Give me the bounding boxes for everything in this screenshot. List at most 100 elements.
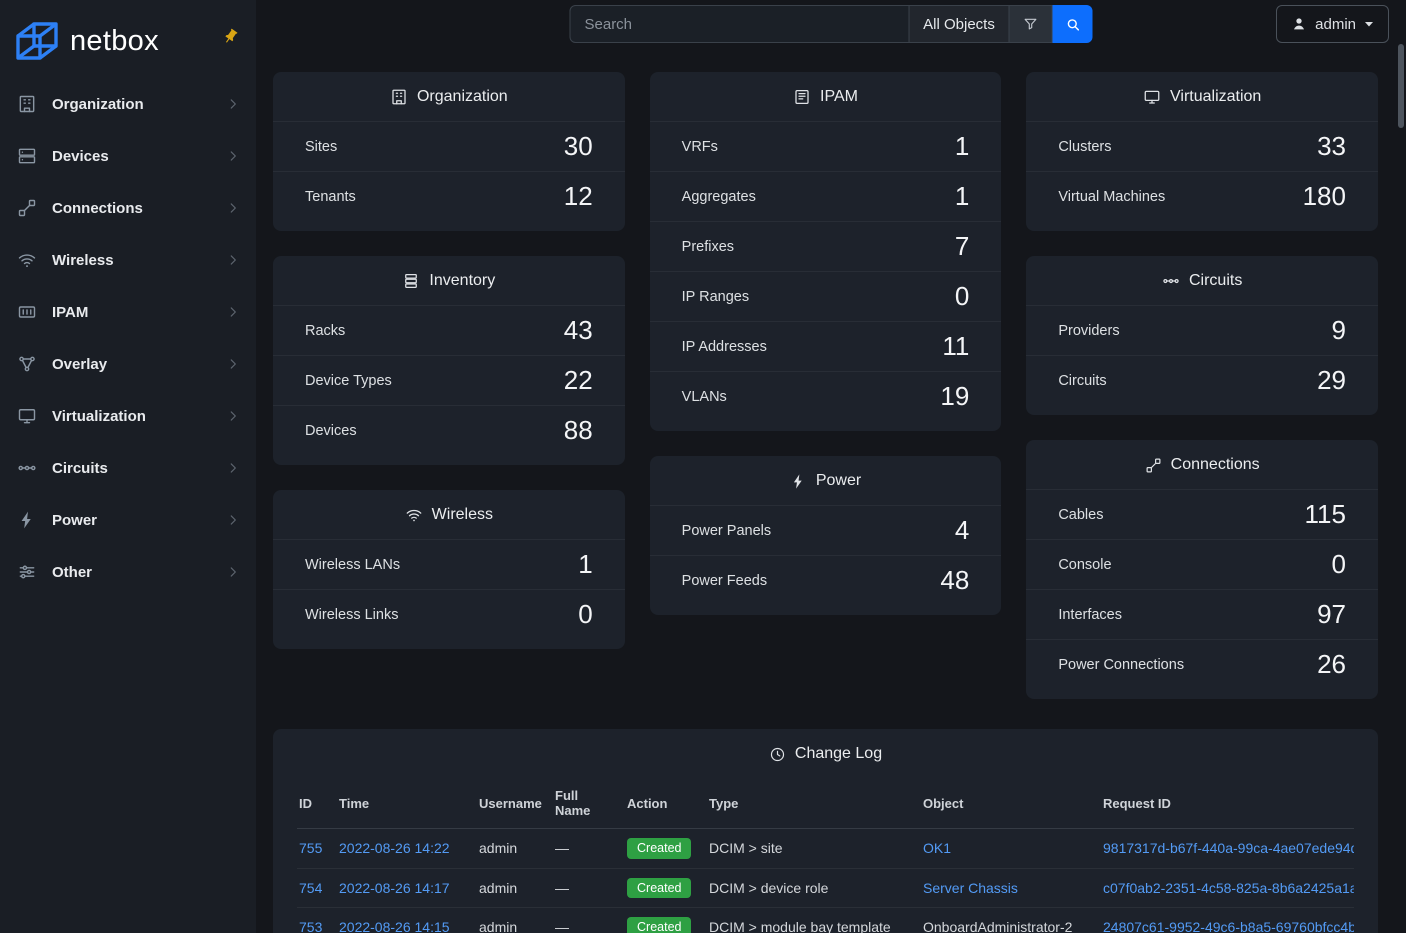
all-objects-dropdown[interactable]: All Objects [910, 5, 1010, 43]
action-created-badge: Created [627, 878, 691, 899]
journal-icon [793, 88, 811, 106]
chevron-right-icon [226, 97, 240, 111]
stat-wireless-lans[interactable]: Wireless LANs 1 [273, 539, 625, 589]
stat-virtual-machines[interactable]: Virtual Machines 180 [1026, 171, 1378, 221]
change-request-id-link[interactable]: 24807c61-9952-49c6-b8a5-69760bfcc4b3 [1103, 919, 1354, 933]
sidebar-item-organization[interactable]: Organization [0, 78, 256, 130]
action-created-badge: Created [627, 917, 691, 933]
stat-power-feeds[interactable]: Power Feeds 48 [650, 555, 1002, 605]
change-full-name: — [553, 829, 625, 869]
card-title: Virtualization [1170, 88, 1261, 106]
stack-icon [402, 272, 420, 290]
search-input[interactable] [570, 5, 910, 43]
stat-tenants[interactable]: Tenants 12 [273, 171, 625, 221]
scrollbar-thumb[interactable] [1398, 44, 1404, 128]
stat-devices[interactable]: Devices 88 [273, 405, 625, 455]
connections-card: Connections Cables 115 Console 0 Interfa… [1026, 440, 1378, 699]
column-header-request-id: Request ID [1101, 778, 1354, 829]
netbox-logo-icon[interactable] [14, 21, 60, 63]
change-id-link[interactable]: 754 [299, 880, 322, 896]
sidebar-item-power[interactable]: Power [0, 494, 256, 546]
stat-interfaces[interactable]: Interfaces 97 [1026, 589, 1378, 639]
logo-row: netbox [0, 0, 256, 78]
change-type: DCIM > device role [707, 868, 921, 908]
bolt-icon [16, 510, 38, 530]
virtualization-card: Virtualization Clusters 33 Virtual Machi… [1026, 72, 1378, 231]
stat-cables[interactable]: Cables 115 [1026, 489, 1378, 539]
sidebar-item-virtualization[interactable]: Virtualization [0, 390, 256, 442]
change-id-link[interactable]: 753 [299, 919, 322, 933]
stat-clusters[interactable]: Clusters 33 [1026, 121, 1378, 171]
stat-aggregates[interactable]: Aggregates 1 [650, 171, 1002, 221]
organization-card-header: Organization [273, 72, 625, 121]
change-type: DCIM > module bay template [707, 908, 921, 933]
column-header-id: ID [297, 778, 337, 829]
change-full-name: — [553, 908, 625, 933]
sidebar-item-devices[interactable]: Devices [0, 130, 256, 182]
change-time-link[interactable]: 2022-08-26 14:17 [339, 880, 450, 896]
stat-wireless-links[interactable]: Wireless Links 0 [273, 589, 625, 639]
card-title: Inventory [429, 272, 495, 290]
stat-vrfs[interactable]: VRFs 1 [650, 121, 1002, 171]
stat-power-panels[interactable]: Power Panels 4 [650, 505, 1002, 555]
chevron-right-icon [226, 149, 240, 163]
change-username: admin [477, 868, 553, 908]
sidebar-item-label: Connections [52, 200, 212, 217]
stat-prefixes[interactable]: Prefixes 7 [650, 221, 1002, 271]
chevron-right-icon [226, 409, 240, 423]
change-object-link[interactable]: Server Chassis [923, 880, 1018, 896]
sidebar-item-label: Virtualization [52, 408, 212, 425]
dashboard-column-1: Organization Sites 30 Tenants 12 [273, 72, 625, 649]
dashboard-grid: Organization Sites 30 Tenants 12 [273, 72, 1378, 699]
chevron-right-icon [226, 513, 240, 527]
topbar: All Objects admin [256, 0, 1406, 47]
change-request-id-link[interactable]: 9817317d-b67f-440a-99ca-4ae07ede94df [1103, 840, 1354, 856]
stat-circuits[interactable]: Circuits 29 [1026, 355, 1378, 405]
change-username: admin [477, 829, 553, 869]
chevron-right-icon [226, 565, 240, 579]
stat-device-types[interactable]: Device Types 22 [273, 355, 625, 405]
stat-vlans[interactable]: VLANs 19 [650, 371, 1002, 421]
chevron-right-icon [226, 253, 240, 267]
change-id-link[interactable]: 755 [299, 840, 322, 856]
stat-racks[interactable]: Racks 43 [273, 305, 625, 355]
caret-down-icon [1364, 20, 1374, 28]
sidebar-item-wireless[interactable]: Wireless [0, 234, 256, 286]
dashboard-content: Organization Sites 30 Tenants 12 [256, 47, 1406, 933]
stat-providers[interactable]: Providers 9 [1026, 305, 1378, 355]
wifi-icon [16, 250, 38, 270]
stat-console[interactable]: Console 0 [1026, 539, 1378, 589]
stat-ip-ranges[interactable]: IP Ranges 0 [650, 271, 1002, 321]
stat-ip-addresses[interactable]: IP Addresses 11 [650, 321, 1002, 371]
pin-sidebar-icon[interactable] [222, 28, 239, 45]
sidebar-item-overlay[interactable]: Overlay [0, 338, 256, 390]
stat-power-connections[interactable]: Power Connections 26 [1026, 639, 1378, 689]
card-title: IPAM [820, 88, 858, 106]
sidebar-item-label: Circuits [52, 460, 212, 477]
sidebar-item-connections[interactable]: Connections [0, 182, 256, 234]
logo-text[interactable]: netbox [70, 25, 159, 58]
change-time-link[interactable]: 2022-08-26 14:15 [339, 919, 450, 933]
inventory-card-header: Inventory [273, 256, 625, 305]
search-group: All Objects [570, 5, 1093, 43]
change-request-id-link[interactable]: c07f0ab2-2351-4c58-825a-8b6a2425a1ab [1103, 880, 1354, 896]
change-log-header: Change Log [273, 729, 1378, 778]
bolt-icon [790, 473, 807, 490]
sidebar-item-ipam[interactable]: IPAM [0, 286, 256, 338]
chevron-right-icon [226, 305, 240, 319]
stat-sites[interactable]: Sites 30 [273, 121, 625, 171]
sidebar-item-circuits[interactable]: Circuits [0, 442, 256, 494]
search-button[interactable] [1053, 5, 1093, 43]
sidebar-item-other[interactable]: Other [0, 546, 256, 598]
column-header-time: Time [337, 778, 477, 829]
admin-menu-button[interactable]: admin [1276, 5, 1389, 43]
chevron-right-icon [226, 357, 240, 371]
sidebar-item-label: Overlay [52, 356, 212, 373]
change-object-link[interactable]: OK1 [923, 840, 951, 856]
card-title: Wireless [432, 506, 493, 524]
monitor-icon [16, 406, 38, 426]
filter-button[interactable] [1010, 5, 1053, 43]
change-time-link[interactable]: 2022-08-26 14:22 [339, 840, 450, 856]
sidebar-item-label: IPAM [52, 304, 212, 321]
column-header-action: Action [625, 778, 707, 829]
